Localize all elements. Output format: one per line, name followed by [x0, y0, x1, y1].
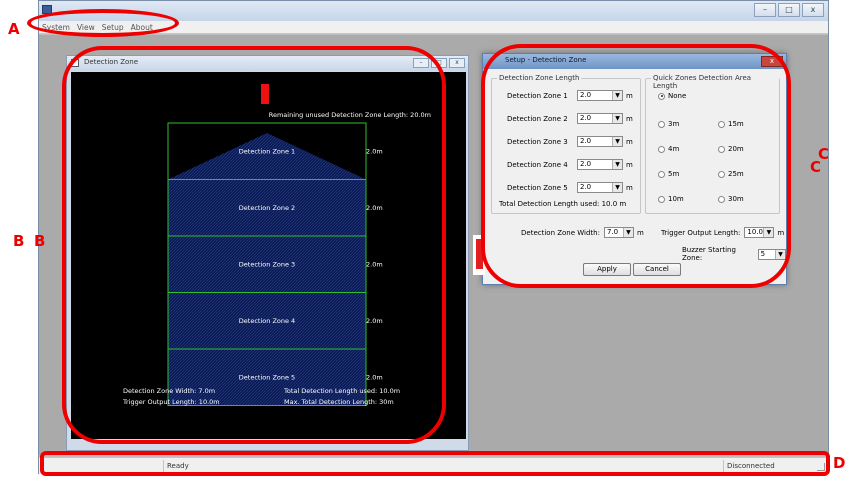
window-controls: – □ x	[754, 3, 824, 17]
annotation-label-b: B	[13, 232, 25, 250]
close-button[interactable]: x	[802, 3, 824, 17]
annotation-label-d: D	[833, 454, 846, 472]
annotation-ellipse-menu	[27, 9, 179, 37]
annotation-label-b: B	[34, 232, 46, 250]
annotation-rect-zone-window	[62, 46, 446, 444]
annotation-label-a: A	[8, 20, 20, 38]
minimize-button[interactable]: –	[754, 3, 776, 17]
annotation-label-c: C	[810, 158, 822, 176]
annotation-rect-status-bar	[40, 451, 830, 476]
child-close-button[interactable]: x	[449, 58, 465, 68]
annotation-rect-setup-dialog	[481, 44, 791, 288]
maximize-button[interactable]: □	[778, 3, 800, 17]
